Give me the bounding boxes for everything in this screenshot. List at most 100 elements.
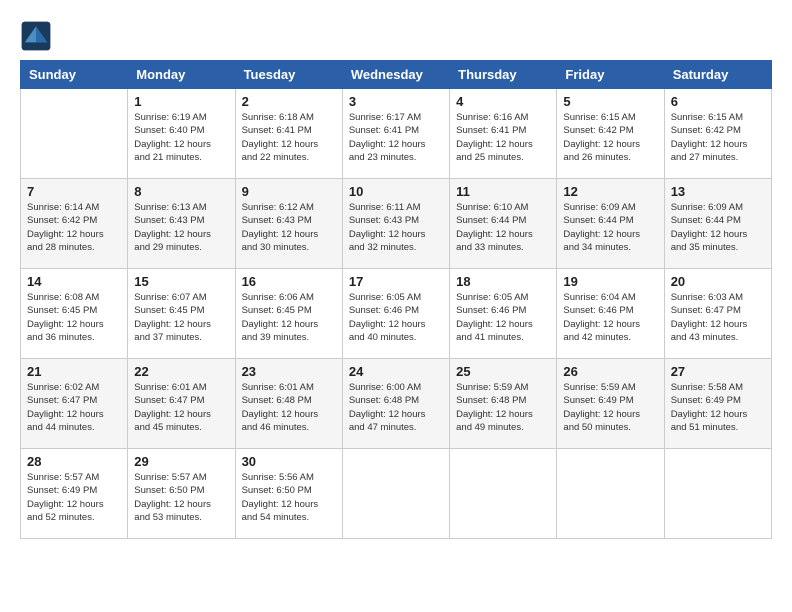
day-info: Sunrise: 6:14 AM Sunset: 6:42 PM Dayligh… xyxy=(27,201,121,254)
day-info: Sunrise: 6:11 AM Sunset: 6:43 PM Dayligh… xyxy=(349,201,443,254)
calendar-week-row: 28 Sunrise: 5:57 AM Sunset: 6:49 PM Dayli… xyxy=(21,449,772,539)
day-info: Sunrise: 6:03 AM Sunset: 6:47 PM Dayligh… xyxy=(671,291,765,344)
calendar-cell: 27 Sunrise: 5:58 AM Sunset: 6:49 PM Dayli… xyxy=(664,359,771,449)
day-info: Sunrise: 5:58 AM Sunset: 6:49 PM Dayligh… xyxy=(671,381,765,434)
calendar-cell: 11Sunrise: 6:10 AM Sunset: 6:44 PM Dayli… xyxy=(450,179,557,269)
calendar-cell: 16 Sunrise: 6:06 AM Sunset: 6:45 PM Dayli… xyxy=(235,269,342,359)
day-number: 9 xyxy=(242,184,336,199)
calendar-cell: 10 Sunrise: 6:11 AM Sunset: 6:43 PM Dayli… xyxy=(342,179,449,269)
calendar-cell xyxy=(557,449,664,539)
calendar-cell: 18 Sunrise: 6:05 AM Sunset: 6:46 PM Dayli… xyxy=(450,269,557,359)
day-info: Sunrise: 6:17 AM Sunset: 6:41 PM Dayligh… xyxy=(349,111,443,164)
day-info: Sunrise: 6:09 AM Sunset: 6:44 PM Dayligh… xyxy=(671,201,765,254)
day-info: Sunrise: 6:04 AM Sunset: 6:46 PM Dayligh… xyxy=(563,291,657,344)
day-number: 29 xyxy=(134,454,228,469)
calendar-week-row: 14 Sunrise: 6:08 AM Sunset: 6:45 PM Dayli… xyxy=(21,269,772,359)
calendar-body: 1Sunrise: 6:19 AM Sunset: 6:40 PM Daylig… xyxy=(21,89,772,539)
day-number: 4 xyxy=(456,94,550,109)
day-info: Sunrise: 6:02 AM Sunset: 6:47 PM Dayligh… xyxy=(27,381,121,434)
page-header xyxy=(20,20,772,52)
calendar-week-row: 7 Sunrise: 6:14 AM Sunset: 6:42 PM Daylig… xyxy=(21,179,772,269)
day-number: 24 xyxy=(349,364,443,379)
day-info: Sunrise: 6:01 AM Sunset: 6:47 PM Dayligh… xyxy=(134,381,228,434)
day-number: 16 xyxy=(242,274,336,289)
calendar-cell: 2Sunrise: 6:18 AM Sunset: 6:41 PM Daylig… xyxy=(235,89,342,179)
day-number: 15 xyxy=(134,274,228,289)
calendar-week-row: 21 Sunrise: 6:02 AM Sunset: 6:47 PM Dayli… xyxy=(21,359,772,449)
day-info: Sunrise: 5:59 AM Sunset: 6:49 PM Dayligh… xyxy=(563,381,657,434)
day-number: 8 xyxy=(134,184,228,199)
calendar-cell: 24 Sunrise: 6:00 AM Sunset: 6:48 PM Dayli… xyxy=(342,359,449,449)
calendar-cell: 19 Sunrise: 6:04 AM Sunset: 6:46 PM Dayli… xyxy=(557,269,664,359)
calendar-cell: 26 Sunrise: 5:59 AM Sunset: 6:49 PM Dayli… xyxy=(557,359,664,449)
day-number: 30 xyxy=(242,454,336,469)
calendar-week-row: 1Sunrise: 6:19 AM Sunset: 6:40 PM Daylig… xyxy=(21,89,772,179)
calendar-cell: 13 Sunrise: 6:09 AM Sunset: 6:44 PM Dayli… xyxy=(664,179,771,269)
calendar-header: SundayMondayTuesdayWednesdayThursdayFrid… xyxy=(21,61,772,89)
day-of-week-header: Thursday xyxy=(450,61,557,89)
day-of-week-header: Wednesday xyxy=(342,61,449,89)
calendar-cell xyxy=(450,449,557,539)
logo xyxy=(20,20,56,52)
day-info: Sunrise: 6:15 AM Sunset: 6:42 PM Dayligh… xyxy=(563,111,657,164)
day-info: Sunrise: 5:57 AM Sunset: 6:49 PM Dayligh… xyxy=(27,471,121,524)
calendar-cell xyxy=(342,449,449,539)
day-info: Sunrise: 6:05 AM Sunset: 6:46 PM Dayligh… xyxy=(456,291,550,344)
calendar-cell: 17 Sunrise: 6:05 AM Sunset: 6:46 PM Dayli… xyxy=(342,269,449,359)
day-info: Sunrise: 6:16 AM Sunset: 6:41 PM Dayligh… xyxy=(456,111,550,164)
calendar-cell: 22 Sunrise: 6:01 AM Sunset: 6:47 PM Dayli… xyxy=(128,359,235,449)
day-info: Sunrise: 6:08 AM Sunset: 6:45 PM Dayligh… xyxy=(27,291,121,344)
day-of-week-header: Friday xyxy=(557,61,664,89)
calendar-cell xyxy=(21,89,128,179)
day-number: 18 xyxy=(456,274,550,289)
day-number: 28 xyxy=(27,454,121,469)
day-info: Sunrise: 5:57 AM Sunset: 6:50 PM Dayligh… xyxy=(134,471,228,524)
day-number: 19 xyxy=(563,274,657,289)
day-info: Sunrise: 6:01 AM Sunset: 6:48 PM Dayligh… xyxy=(242,381,336,434)
day-number: 23 xyxy=(242,364,336,379)
calendar-cell xyxy=(664,449,771,539)
day-number: 13 xyxy=(671,184,765,199)
day-info: Sunrise: 6:19 AM Sunset: 6:40 PM Dayligh… xyxy=(134,111,228,164)
calendar-cell: 9Sunrise: 6:12 AM Sunset: 6:43 PM Daylig… xyxy=(235,179,342,269)
calendar-cell: 23 Sunrise: 6:01 AM Sunset: 6:48 PM Dayli… xyxy=(235,359,342,449)
day-info: Sunrise: 5:56 AM Sunset: 6:50 PM Dayligh… xyxy=(242,471,336,524)
calendar-cell: 12 Sunrise: 6:09 AM Sunset: 6:44 PM Dayli… xyxy=(557,179,664,269)
day-number: 10 xyxy=(349,184,443,199)
days-of-week-row: SundayMondayTuesdayWednesdayThursdayFrid… xyxy=(21,61,772,89)
calendar-cell: 6Sunrise: 6:15 AM Sunset: 6:42 PM Daylig… xyxy=(664,89,771,179)
calendar-cell: 30 Sunrise: 5:56 AM Sunset: 6:50 PM Dayli… xyxy=(235,449,342,539)
day-number: 25 xyxy=(456,364,550,379)
day-number: 14 xyxy=(27,274,121,289)
calendar-cell: 14 Sunrise: 6:08 AM Sunset: 6:45 PM Dayli… xyxy=(21,269,128,359)
day-info: Sunrise: 6:13 AM Sunset: 6:43 PM Dayligh… xyxy=(134,201,228,254)
day-info: Sunrise: 6:00 AM Sunset: 6:48 PM Dayligh… xyxy=(349,381,443,434)
day-info: Sunrise: 6:10 AM Sunset: 6:44 PM Dayligh… xyxy=(456,201,550,254)
day-number: 3 xyxy=(349,94,443,109)
day-number: 26 xyxy=(563,364,657,379)
day-number: 7 xyxy=(27,184,121,199)
day-number: 2 xyxy=(242,94,336,109)
calendar-cell: 8 Sunrise: 6:13 AM Sunset: 6:43 PM Daylig… xyxy=(128,179,235,269)
day-info: Sunrise: 6:09 AM Sunset: 6:44 PM Dayligh… xyxy=(563,201,657,254)
day-number: 17 xyxy=(349,274,443,289)
day-number: 12 xyxy=(563,184,657,199)
calendar-cell: 21 Sunrise: 6:02 AM Sunset: 6:47 PM Dayli… xyxy=(21,359,128,449)
day-number: 27 xyxy=(671,364,765,379)
day-number: 22 xyxy=(134,364,228,379)
calendar-cell: 28 Sunrise: 5:57 AM Sunset: 6:49 PM Dayli… xyxy=(21,449,128,539)
calendar-cell: 3 Sunrise: 6:17 AM Sunset: 6:41 PM Daylig… xyxy=(342,89,449,179)
logo-icon xyxy=(20,20,52,52)
calendar-cell: 25 Sunrise: 5:59 AM Sunset: 6:48 PM Dayli… xyxy=(450,359,557,449)
calendar-cell: 5Sunrise: 6:15 AM Sunset: 6:42 PM Daylig… xyxy=(557,89,664,179)
day-info: Sunrise: 6:06 AM Sunset: 6:45 PM Dayligh… xyxy=(242,291,336,344)
calendar-cell: 1Sunrise: 6:19 AM Sunset: 6:40 PM Daylig… xyxy=(128,89,235,179)
day-info: Sunrise: 6:05 AM Sunset: 6:46 PM Dayligh… xyxy=(349,291,443,344)
day-of-week-header: Saturday xyxy=(664,61,771,89)
calendar-cell: 20Sunrise: 6:03 AM Sunset: 6:47 PM Dayli… xyxy=(664,269,771,359)
day-number: 21 xyxy=(27,364,121,379)
day-of-week-header: Sunday xyxy=(21,61,128,89)
calendar-cell: 4 Sunrise: 6:16 AM Sunset: 6:41 PM Daylig… xyxy=(450,89,557,179)
day-info: Sunrise: 5:59 AM Sunset: 6:48 PM Dayligh… xyxy=(456,381,550,434)
day-of-week-header: Tuesday xyxy=(235,61,342,89)
